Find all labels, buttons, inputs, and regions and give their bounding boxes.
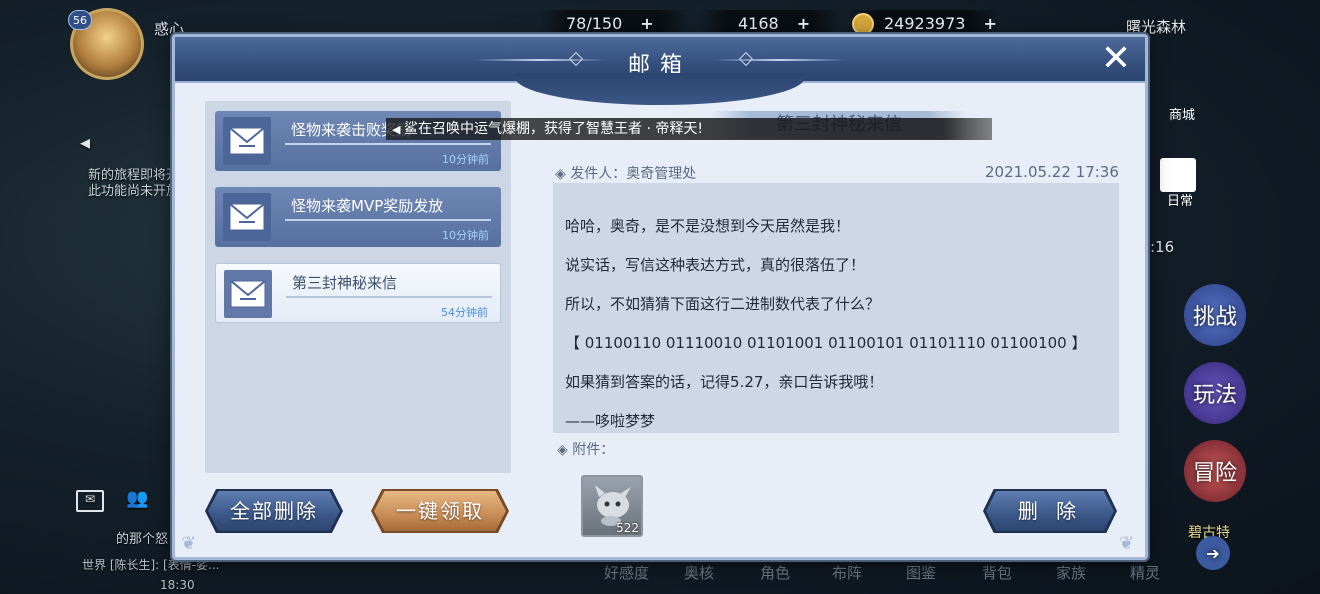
corner-ornament-right: ❦ (1119, 533, 1135, 554)
diamond-add-button[interactable]: + (797, 14, 810, 33)
shop-button[interactable]: 商城 (1162, 104, 1202, 123)
mail-subject: 怪物来袭MVP奖励发放 (291, 197, 444, 215)
gold-value: 24923973 (884, 14, 966, 33)
header-right-diamond (738, 51, 754, 67)
system-notice-bar: ◀ 鲨在召唤中运气爆棚，获得了智慧王者 · 帝释天! (386, 118, 992, 140)
claim-all-button[interactable]: 一键领取 (374, 491, 506, 531)
tab-core[interactable]: 奥核 (684, 562, 714, 583)
adventure-button[interactable]: 冒险 (1184, 440, 1246, 502)
daily-label: 日常 (1166, 194, 1193, 209)
header-swoosh (515, 73, 805, 105)
tab-formation[interactable]: 布阵 (832, 562, 862, 583)
mail-body-line: ——哆啦梦梦 (565, 411, 656, 430)
gold-coin-icon (852, 13, 874, 35)
adventure-label: 冒险 (1192, 461, 1237, 486)
back-arrow-icon[interactable]: ◂ (80, 130, 90, 154)
shop-label: 商城 (1168, 108, 1195, 123)
mail-time: 10分钟前 (442, 153, 489, 166)
side-timer: :16 (1150, 238, 1175, 256)
calendar-icon[interactable] (1160, 158, 1196, 192)
challenge-label: 挑战 (1192, 305, 1237, 330)
mail-divider (285, 143, 491, 145)
tab-affinity[interactable]: 好感度 (604, 562, 649, 583)
mail-body: 哈哈，奥奇，是不是没想到今天居然是我！ 说实话，写信这种表达方式，真的很落伍了！… (553, 183, 1119, 433)
header-left-ornament (475, 59, 605, 61)
clock: 18:30 (160, 578, 195, 592)
mail-list-item[interactable]: 怪物来袭MVP奖励发放 10分钟前 (215, 187, 501, 247)
daily-button[interactable]: 日常 (1160, 190, 1200, 209)
attachment-label: ◈ 附件： (557, 442, 615, 458)
envelope-icon (224, 270, 272, 318)
play-label: 玩法 (1192, 383, 1237, 408)
mail-body-line: 哈哈，奥奇，是不是没想到今天居然是我！ (565, 216, 851, 235)
mail-body-line: 如果猜到答案的话，记得5.27，亲口告诉我哦！ (565, 372, 884, 391)
tab-bag[interactable]: 背包 (982, 562, 1012, 583)
mail-date: 2021.05.22 17:36 (985, 163, 1119, 181)
system-notice-text: 鲨在召唤中运气爆棚，获得了智慧王者 · 帝释天! (404, 121, 703, 137)
friends-icon[interactable]: 👥 (126, 488, 148, 509)
mail-list-item-selected[interactable]: 第三封神秘来信 54分钟前 (215, 263, 501, 323)
speaker-icon: ◀ (392, 123, 401, 136)
close-button[interactable]: ✕ (1097, 41, 1135, 79)
delete-all-button[interactable]: 全部删除 (208, 491, 340, 531)
challenge-button[interactable]: 挑战 (1184, 284, 1246, 346)
tab-character[interactable]: 角色 (760, 562, 790, 583)
mail-window: 邮箱 ✕ 怪物来袭击败奖励 10分钟前 怪物来袭MVP奖励发放 10分钟前 第三… (172, 34, 1148, 560)
mail-divider (286, 296, 492, 298)
play-button[interactable]: 玩法 (1184, 362, 1246, 424)
corner-ornament-left: ❦ (181, 533, 197, 554)
mail-time: 54分钟前 (441, 306, 488, 319)
chat-preview: 的那个怒 (116, 532, 169, 547)
mail-time: 10分钟前 (442, 229, 489, 242)
tab-spirit[interactable]: 精灵 (1130, 562, 1160, 583)
tab-codex[interactable]: 图鉴 (906, 562, 936, 583)
header-left-diamond (568, 51, 584, 67)
envelope-icon (223, 117, 271, 165)
gold-add-button[interactable]: + (983, 14, 996, 33)
mail-envelope-icon[interactable]: ✉ (76, 490, 104, 512)
mail-subject: 第三封神秘来信 (292, 274, 398, 292)
diamond-value: 4168 (738, 14, 779, 33)
attachment-count: 522 (616, 521, 639, 535)
mail-body-line: 【 01100110 01110010 01101001 01100101 01… (565, 333, 1087, 352)
envelope-icon (223, 193, 271, 241)
mail-divider (285, 219, 491, 221)
tab-family[interactable]: 家族 (1056, 562, 1086, 583)
header-right-ornament (715, 59, 845, 61)
stamina-value: 78/150 (566, 14, 623, 33)
expand-arrow-icon[interactable]: ➔ (1196, 536, 1230, 570)
mail-body-line: 说实话，写信这种表达方式，真的很落伍了！ (565, 255, 866, 274)
stamina-add-button[interactable]: + (640, 14, 653, 33)
player-level-badge: 56 (68, 10, 92, 30)
delete-button[interactable]: 删 除 (986, 491, 1114, 531)
mail-body-line: 所以，不如猜猜下面这行二进制数代表了什么？ (565, 294, 881, 313)
mail-sender: ◈ 发件人：奥奇管理处 (555, 166, 697, 182)
attachment-item[interactable]: 522 (581, 475, 643, 537)
bg-notice-line2: 此功能尚未开放 (88, 184, 180, 199)
mail-list-panel: 怪物来袭击败奖励 10分钟前 怪物来袭MVP奖励发放 10分钟前 第三封神秘来信… (205, 101, 511, 473)
